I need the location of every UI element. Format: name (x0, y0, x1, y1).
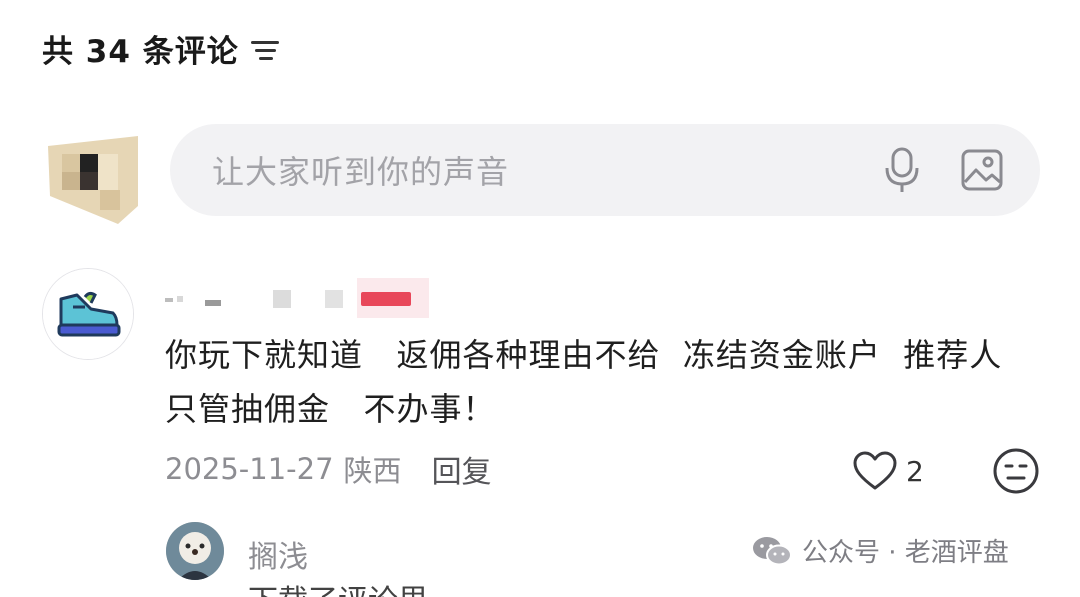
comment-panel: 共 34 条评论 让大家听到你的声音 你玩下就知道 返佣各种理由不给 冻结资金账… (0, 0, 1080, 597)
commenter-username[interactable] (165, 272, 435, 320)
mic-icon[interactable] (882, 146, 922, 194)
reply-body-partial: 下载了评论里 (248, 576, 428, 597)
sort-icon[interactable] (250, 36, 279, 62)
comment-input-placeholder: 让大家听到你的声音 (212, 153, 510, 191)
comment-location: 陕西 (343, 454, 402, 488)
commenter-avatar[interactable] (42, 268, 134, 360)
sneaker-avatar (43, 269, 133, 359)
reply-username[interactable]: 搁浅 (248, 532, 308, 576)
comment-count-title: 共 34 条评论 (42, 34, 239, 70)
emoji-icon[interactable] (992, 447, 1040, 495)
wechat-icon (753, 536, 792, 565)
current-user-avatar (40, 136, 138, 224)
like-count: 2 (906, 454, 924, 488)
like-button[interactable]: 2 (852, 447, 924, 495)
comment-date: 2025-11-27 (165, 452, 334, 486)
image-icon[interactable] (960, 148, 1004, 192)
comment-meta: 2025-11-27 陕西 回复 (165, 447, 492, 491)
comment-body: 你玩下就知道 返佣各种理由不给 冻结资金账户 推荐人只管抽佣金 不办事！ (165, 336, 1003, 428)
comment-count-header: 共 34 条评论 (42, 26, 279, 71)
heart-icon (853, 451, 897, 490)
watermark-text: 公众号 · 老酒评盘 (802, 538, 1009, 568)
reply-button[interactable]: 回复 (432, 447, 492, 491)
comment-input[interactable]: 让大家听到你的声音 (170, 124, 1040, 216)
watermark: 公众号 · 老酒评盘 (752, 532, 1009, 569)
reply-avatar[interactable] (166, 522, 224, 580)
